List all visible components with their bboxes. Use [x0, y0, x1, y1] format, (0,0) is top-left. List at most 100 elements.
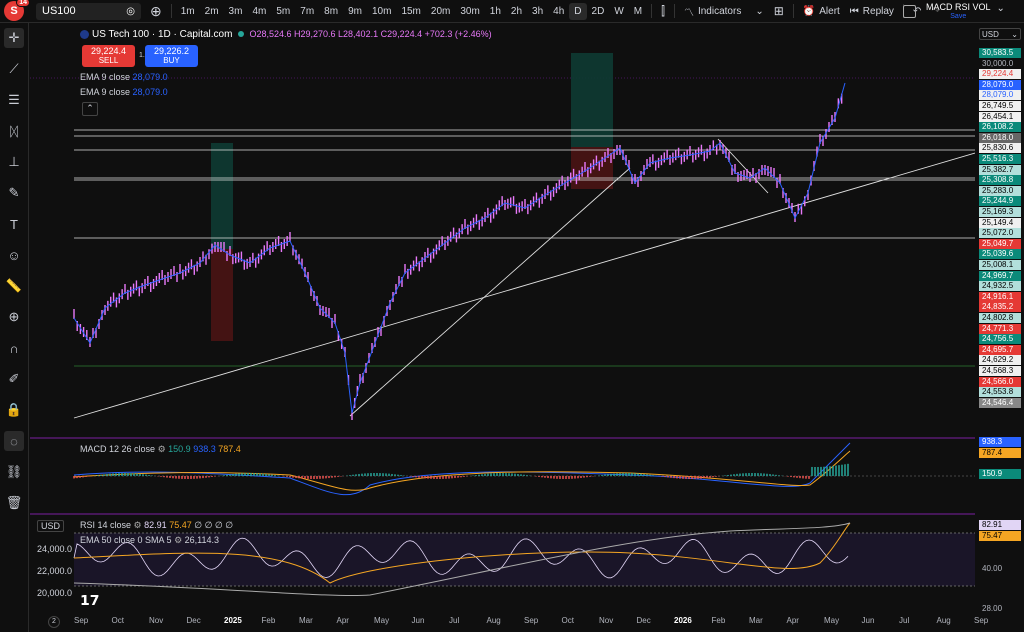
price-label: 25,382.7 [979, 164, 1021, 175]
collapse-legend-icon[interactable]: ⌃ [82, 102, 98, 116]
timeframe-3m[interactable]: 3m [224, 0, 248, 22]
time-label: Nov [149, 616, 164, 625]
timeframe-1m[interactable]: 1m [176, 0, 200, 22]
time-axis[interactable]: Sep Oct Nov Dec 2025 Feb Mar Apr May Jun Jul Aug Sep… [70, 614, 988, 628]
symbol-search[interactable]: US100 ◎ [36, 2, 141, 20]
magnet-icon[interactable]: ∩ [4, 338, 24, 358]
brush-icon[interactable]: ✎ [4, 183, 24, 203]
short-position-box [571, 147, 613, 189]
price-label: 26,749.5 [979, 101, 1021, 111]
price-label: 26,018.0 [979, 132, 1021, 143]
price-label: 28,079.0 [979, 90, 1021, 101]
sell-label: SELL [98, 56, 119, 65]
price-axis[interactable]: USD ⌄ 30,583.5 30,000.0 29,224.4 28,079.0 28,… [977, 23, 1024, 632]
rsi-currency[interactable]: USD [37, 520, 65, 532]
timeframe-15m[interactable]: 15m [396, 0, 425, 22]
timeframe-2D[interactable]: 2D [587, 0, 610, 22]
macd-legend[interactable]: MACD 12 26 close ⚙ 150.9 938.3 787.4 [80, 444, 241, 455]
ema-line [73, 82, 846, 414]
time-label: Apr [786, 616, 799, 625]
timeframe-1h[interactable]: 1h [485, 0, 506, 22]
price-label: 24,932.5 [979, 281, 1021, 292]
time-label: Aug [486, 616, 501, 625]
alert-button[interactable]: ⏰ Alert [798, 0, 845, 22]
sell-price: 29,224.4 [90, 46, 127, 56]
price-label: 26,108.2 [979, 122, 1021, 133]
trash-icon[interactable]: 🗑 [4, 493, 24, 513]
timeframe-20m[interactable]: 20m [426, 0, 455, 22]
timeframe-9m[interactable]: 9m [343, 0, 367, 22]
time-label: Mar [299, 616, 313, 625]
long-position-box [211, 143, 233, 249]
timeframe-2h[interactable]: 2h [506, 0, 527, 22]
crosshair-icon[interactable]: ✛ [4, 28, 24, 48]
timeframe-4h[interactable]: 4h [548, 0, 569, 22]
sell-button[interactable]: 29,224.4 SELL [82, 45, 135, 67]
price-label: 24,568.3 [979, 366, 1021, 376]
timeframe-D[interactable]: D [569, 2, 587, 20]
trendline-icon[interactable]: ⟋ [4, 59, 24, 79]
timeframe-5m[interactable]: 5m [271, 0, 295, 22]
hide-icon[interactable]: ◌ [4, 431, 24, 451]
price-label: 24,916.1 [979, 291, 1021, 302]
timeframe-3h[interactable]: 3h [527, 0, 548, 22]
link-icon[interactable]: ⛓ [4, 462, 24, 482]
timeframe-8m[interactable]: 8m [319, 0, 343, 22]
time-label: Aug [936, 616, 951, 625]
price-label: 28,079.0 [979, 79, 1021, 90]
timeframe-30m[interactable]: 30m [455, 0, 484, 22]
time-label: Sep [74, 616, 89, 625]
time-label: Jul [449, 616, 460, 625]
time-label: 2026 [674, 616, 692, 625]
projection-icon[interactable]: ⊥ [4, 152, 24, 172]
ema-legend-2[interactable]: EMA 9 close 28,079.0 [80, 87, 168, 97]
indicators-button[interactable]: 〽 Indicators ⌄ [679, 0, 769, 22]
candles-icon[interactable]: ⫿ [656, 0, 670, 22]
indicators-icon: 〽 [683, 7, 694, 19]
compare-icon[interactable]: ◎ [126, 6, 135, 17]
short-position-box [211, 249, 233, 341]
trend-line [73, 152, 975, 419]
fib-icon[interactable]: ☰ [4, 90, 24, 110]
separator [673, 4, 675, 18]
rsi-axis-label: 82.91 [979, 520, 1021, 530]
price-label: 25,283.0 [979, 185, 1021, 196]
replay-button[interactable]: ⏮ Replay [845, 0, 899, 22]
pattern-icon[interactable]: ᛞ [4, 121, 24, 141]
emoji-icon[interactable]: ☺ [4, 245, 24, 265]
ruler-icon[interactable]: 📏 [4, 276, 24, 296]
separator [792, 4, 794, 18]
price-label: 25,516.3 [979, 154, 1021, 164]
timeframe-2m[interactable]: 2m [200, 0, 224, 22]
goto-date-icon[interactable]: 2 [48, 616, 60, 628]
timeframe-7m[interactable]: 7m [295, 0, 319, 22]
rsi-legend[interactable]: RSI 14 close ⚙ 82.91 75.47 ∅ ∅ ∅ ∅ [80, 520, 233, 531]
ema-legend-1[interactable]: EMA 9 close 28,079.0 [80, 72, 168, 82]
ema50-legend[interactable]: EMA 50 close 0 SMA 5 ⚙ 26,114.3 [80, 535, 219, 546]
chart-legend: US Tech 100 · 1D · Capital.com O28,524.6… [80, 29, 492, 40]
timeframe-4m[interactable]: 4m [247, 0, 271, 22]
macd-axis-label: 787.4 [979, 448, 1021, 458]
price-label: 25,049.7 [979, 238, 1021, 249]
price-label: 24,566.0 [979, 376, 1021, 387]
price-label: 25,830.6 [979, 143, 1021, 154]
timeframe-W[interactable]: W [609, 0, 628, 22]
macd-axis-label: 938.3 [979, 437, 1021, 447]
settings-icon: ⚙ [157, 444, 166, 454]
templates-icon[interactable]: ⊞ [769, 0, 789, 22]
add-symbol-icon[interactable]: ⊕ [145, 0, 167, 22]
profile-avatar[interactable]: S 14 [4, 0, 30, 21]
lock-icon[interactable]: 🔒 [4, 400, 24, 420]
timeframe-M[interactable]: M [629, 0, 647, 22]
separator [651, 4, 653, 18]
currency-selector[interactable]: USD ⌄ [979, 28, 1021, 40]
price-label: 25,039.6 [979, 249, 1021, 260]
buy-button[interactable]: 29,226.2 BUY [145, 45, 198, 67]
timeframe-10m[interactable]: 10m [367, 0, 396, 22]
zoom-icon[interactable]: ⊕ [4, 307, 24, 327]
layout-menu[interactable]: MACD RSI VOL Save ⌄ [903, 3, 1005, 21]
price-label: 24,629.2 [979, 355, 1021, 366]
text-icon[interactable]: T [4, 214, 24, 234]
signal-line [73, 450, 851, 491]
lock-drawing-icon[interactable]: ✐ [4, 369, 24, 389]
